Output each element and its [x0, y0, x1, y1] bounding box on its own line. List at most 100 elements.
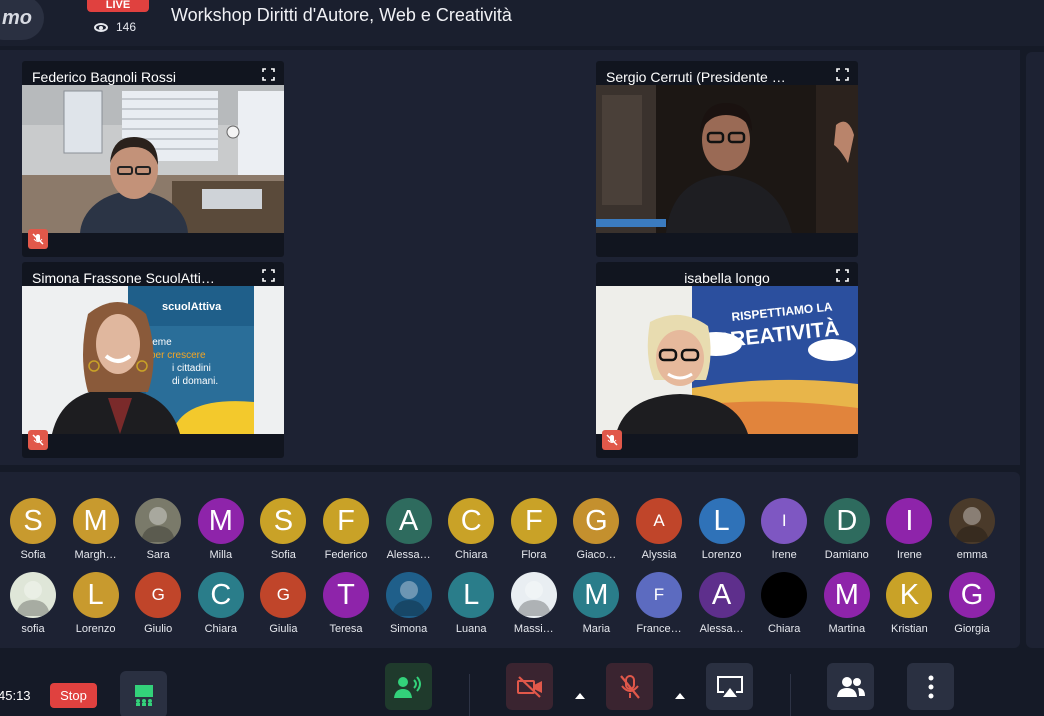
- participant-item[interactable]: C Chiara: [436, 498, 506, 568]
- expand-icon[interactable]: [836, 68, 849, 81]
- expand-icon[interactable]: [836, 269, 849, 282]
- participant-item[interactable]: F Federico: [311, 498, 381, 568]
- participant-item[interactable]: Simona: [374, 572, 444, 642]
- mic-toggle-button[interactable]: [606, 663, 653, 710]
- participant-item[interactable]: I Irene: [874, 498, 944, 568]
- participant-name: Flora: [521, 549, 547, 561]
- participant-item[interactable]: A Alessa…: [374, 498, 444, 568]
- bottom-toolbar: 45:13 Stop: [0, 654, 1044, 716]
- participant-item[interactable]: A Alyssia: [624, 498, 694, 568]
- avatar: G: [260, 572, 307, 618]
- avatar: S: [260, 498, 307, 544]
- participant-item[interactable]: C Chiara: [186, 572, 256, 642]
- video-feed: RISPETTIAMO LA CREATIVITÀ: [596, 286, 858, 434]
- tile-header: Simona Frassone ScuolAtti…: [22, 266, 284, 288]
- participant-item[interactable]: D Damiano: [812, 498, 882, 568]
- participant-name: Chiara: [767, 623, 801, 635]
- participant-item[interactable]: F France…: [624, 572, 694, 642]
- camera-toggle-button[interactable]: [506, 663, 553, 710]
- screen-share-button[interactable]: [706, 663, 753, 710]
- viewer-count: 146: [116, 20, 137, 34]
- avatar-initial: G: [276, 585, 290, 604]
- avatar-photo: [949, 498, 995, 544]
- avatar-initial: M: [208, 504, 233, 537]
- avatar-initial: A: [653, 511, 665, 530]
- camera-options-caret[interactable]: [575, 693, 585, 699]
- participant-item[interactable]: F Flora: [499, 498, 569, 568]
- participant-item[interactable]: sofia: [0, 572, 68, 642]
- participant-item[interactable]: S Sofia: [248, 498, 318, 568]
- toolbar-divider: [469, 674, 470, 716]
- avatar: L: [698, 498, 745, 544]
- side-panel-edge[interactable]: [1026, 52, 1044, 648]
- participant-item[interactable]: S Sofia: [0, 498, 68, 568]
- video-tile-federico[interactable]: Federico Bagnoli Rossi: [22, 61, 284, 257]
- avatar: I: [761, 498, 808, 544]
- avatar-initial: T: [337, 578, 355, 611]
- participant-item[interactable]: M Milla: [186, 498, 256, 568]
- avatar-photo: [510, 572, 557, 618]
- participant-name: emma: [956, 549, 988, 561]
- participant-item[interactable]: L Lorenzo: [61, 572, 131, 642]
- participant-name: Teresa: [329, 623, 363, 635]
- participant-item[interactable]: G Giulio: [123, 572, 193, 642]
- participant-name: Margh…: [74, 549, 117, 561]
- stop-recording-button[interactable]: Stop: [50, 683, 97, 708]
- participant-item[interactable]: M Martina: [812, 572, 882, 642]
- participant-item[interactable]: L Lorenzo: [687, 498, 757, 568]
- video-tile-sergio[interactable]: Sergio Cerruti (Presidente …: [596, 61, 858, 257]
- participant-name: Alessa…: [699, 623, 744, 635]
- participant-name: Sofia: [20, 549, 46, 561]
- participant-item[interactable]: K Kristian: [874, 572, 944, 642]
- avatar: G: [135, 572, 182, 618]
- expand-icon[interactable]: [262, 68, 275, 81]
- participant-name: Giulia: [269, 623, 298, 635]
- app-logo[interactable]: mo: [0, 0, 44, 40]
- speaker-button[interactable]: [385, 663, 432, 710]
- participant-item[interactable]: I Irene: [749, 498, 819, 568]
- avatar: F: [636, 572, 682, 618]
- mic-options-caret[interactable]: [675, 693, 685, 699]
- more-options-button[interactable]: [907, 663, 954, 710]
- expand-icon[interactable]: [262, 269, 275, 282]
- participants-button[interactable]: [827, 663, 874, 710]
- avatar: C: [197, 572, 244, 618]
- avatar: A: [698, 572, 745, 618]
- avatar-initial: F: [653, 585, 665, 604]
- avatar: D: [823, 498, 870, 544]
- participant-name: Massi…: [513, 623, 554, 635]
- avatar: L: [72, 572, 119, 618]
- banner-text-line3: i cittadini: [172, 363, 211, 374]
- participant-item[interactable]: Chiara: [749, 572, 819, 642]
- participant-item[interactable]: Sara: [123, 498, 193, 568]
- participant-name: Sofia: [270, 549, 296, 561]
- participant-item[interactable]: M Maria: [561, 572, 631, 642]
- more-vertical-icon: [928, 675, 933, 698]
- participant-item[interactable]: T Teresa: [311, 572, 381, 642]
- participant-item[interactable]: G Giaco…: [561, 498, 631, 568]
- participant-item[interactable]: M Margh…: [61, 498, 131, 568]
- avatar-photo: [135, 498, 182, 544]
- avatar: S: [10, 498, 56, 544]
- participants-strip: S Sofia M Margh… Sara M Milla S Sofia F Federico A A…: [0, 472, 1020, 648]
- layout-button[interactable]: [120, 671, 167, 716]
- participant-name: Federico: [324, 549, 368, 561]
- participant-name: Irene: [896, 549, 922, 561]
- participant-item[interactable]: Massi…: [499, 572, 569, 642]
- video-tile-isabella[interactable]: isabella longo RISPETTIAMO LA CREATIVITÀ: [596, 262, 858, 458]
- video-tile-simona[interactable]: Simona Frassone ScuolAtti… scuolAttiva i…: [22, 262, 284, 458]
- participant-item[interactable]: A Alessa…: [687, 572, 757, 642]
- tile-name: Simona Frassone ScuolAtti…: [32, 270, 215, 286]
- participant-item[interactable]: G Giorgia: [937, 572, 1007, 642]
- participant-name: Sara: [146, 549, 170, 561]
- avatar-initial: M: [83, 504, 108, 537]
- participant-item[interactable]: emma: [937, 498, 1007, 568]
- avatar: G: [573, 498, 620, 544]
- avatar-photo: [385, 572, 432, 618]
- avatar-initial: L: [463, 578, 480, 611]
- avatar-initial: C: [210, 578, 232, 611]
- participant-item[interactable]: L Luana: [436, 572, 506, 642]
- participant-item[interactable]: G Giulia: [248, 572, 318, 642]
- screen-share-icon: [716, 675, 743, 697]
- avatar-initial: A: [398, 504, 419, 537]
